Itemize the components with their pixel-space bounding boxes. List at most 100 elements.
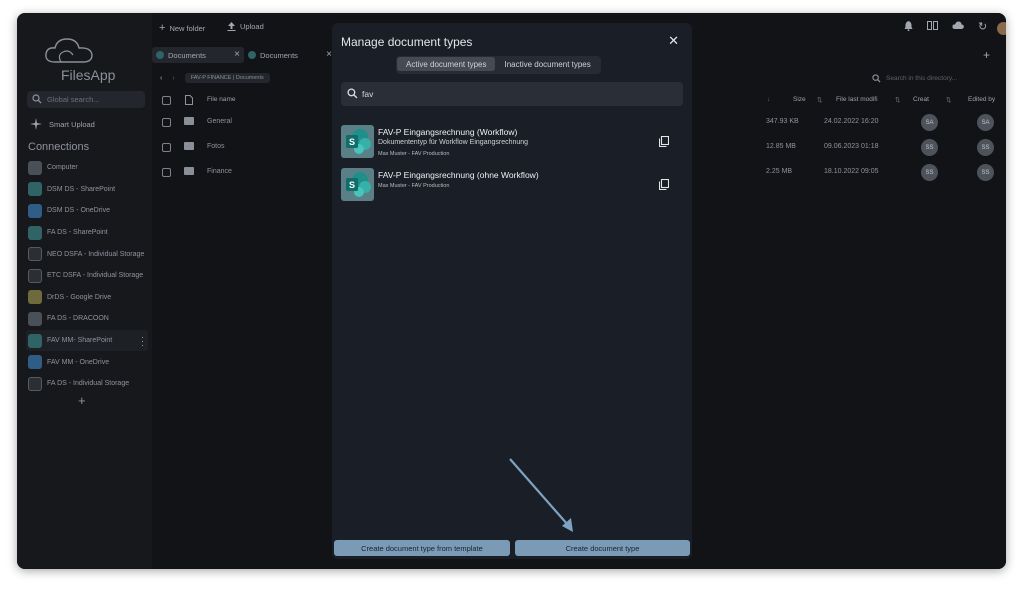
plus-icon: + bbox=[159, 22, 166, 34]
breadcrumb: ‹ › FAV-P FINANCE | Documents bbox=[160, 71, 270, 85]
sharepoint-icon bbox=[28, 182, 42, 197]
column-header-size[interactable]: Size bbox=[793, 96, 806, 103]
breadcrumb-path[interactable]: FAV-P FINANCE | Documents bbox=[184, 73, 270, 83]
row-modified: 24.02.2022 16:20 bbox=[824, 118, 879, 125]
refresh-icon[interactable]: ↻ bbox=[978, 20, 987, 33]
row-checkbox[interactable] bbox=[162, 168, 171, 177]
connection-item[interactable]: DrDS - Google Drive bbox=[26, 287, 148, 309]
new-folder-label: New folder bbox=[169, 23, 206, 33]
connection-label: NEO DSFA - Individual Storage bbox=[47, 250, 145, 258]
tab-documents-1[interactable]: Documents × bbox=[152, 47, 244, 63]
cloud-logo-icon bbox=[45, 38, 93, 63]
app-logo-text: FilesApp bbox=[61, 67, 116, 83]
sidebar: FilesApp Global search... Smart Upload C… bbox=[17, 13, 152, 569]
creator-avatar: SA bbox=[921, 114, 938, 131]
directory-search-placeholder: Search in this directory... bbox=[886, 74, 958, 82]
sort-icon[interactable]: ⇅ bbox=[895, 96, 900, 104]
connection-item[interactable]: FA DS - Individual Storage bbox=[26, 373, 148, 395]
row-name: Finance bbox=[207, 168, 232, 175]
connections-list: Computer DSM DS - SharePoint DSM DS - On… bbox=[26, 157, 148, 395]
column-header-modified[interactable]: File last modifi bbox=[836, 96, 878, 103]
row-name: General bbox=[207, 118, 232, 125]
connection-label: FAV MM- SharePoint bbox=[47, 337, 113, 345]
creator-avatar: SS bbox=[921, 139, 938, 156]
directory-search-input[interactable]: Search in this directory... bbox=[872, 71, 1000, 85]
connection-item-active[interactable]: FAV MM- SharePoint · · · bbox=[26, 329, 148, 352]
sharepoint-icon bbox=[28, 333, 42, 348]
more-options-icon[interactable]: · · · bbox=[141, 332, 144, 349]
editor-avatar: SA bbox=[977, 114, 994, 131]
computer-icon bbox=[28, 160, 42, 175]
column-header-name[interactable]: File name bbox=[207, 96, 236, 103]
new-folder-button[interactable]: + New folder bbox=[159, 22, 205, 34]
connection-label: FA DS - Individual Storage bbox=[47, 380, 130, 388]
add-tab-icon[interactable]: + bbox=[983, 48, 990, 62]
upload-label: Upload bbox=[240, 22, 264, 31]
cloud-icon[interactable] bbox=[952, 21, 964, 32]
onedrive-icon bbox=[28, 355, 42, 370]
row-name: Fotos bbox=[207, 143, 225, 150]
sparkle-icon bbox=[30, 118, 42, 130]
bell-icon[interactable] bbox=[904, 21, 913, 34]
connection-item[interactable]: DSM DS - SharePoint bbox=[26, 179, 148, 201]
row-modified: 09.06.2023 01:18 bbox=[824, 143, 879, 150]
dracoon-icon bbox=[28, 311, 42, 326]
search-icon bbox=[872, 73, 881, 83]
onedrive-icon bbox=[28, 203, 42, 218]
row-modified: 18.10.2022 09:05 bbox=[824, 168, 879, 175]
upload-button[interactable]: Upload bbox=[227, 22, 264, 31]
folder-icon bbox=[184, 142, 194, 150]
connection-label: DSM DS - OneDrive bbox=[47, 207, 111, 215]
row-checkbox[interactable] bbox=[162, 118, 171, 127]
row-size: 347.93 KB bbox=[766, 118, 799, 125]
row-size: 12.85 MB bbox=[766, 143, 796, 150]
tab-documents-2[interactable]: Documents × bbox=[244, 47, 336, 63]
search-icon bbox=[32, 94, 42, 104]
connection-item[interactable]: NEO DSFA - Individual Storage bbox=[26, 243, 148, 265]
sort-icon[interactable]: ⇅ bbox=[946, 96, 951, 104]
global-search-placeholder: Global search... bbox=[47, 95, 100, 104]
sharepoint-icon bbox=[248, 51, 256, 59]
close-tab-icon[interactable]: × bbox=[234, 49, 240, 60]
connection-label: DSM DS - SharePoint bbox=[47, 185, 116, 193]
annotation-arrow-icon bbox=[509, 458, 573, 532]
user-avatar[interactable] bbox=[997, 22, 1006, 35]
forward-icon[interactable]: › bbox=[172, 75, 174, 82]
connection-item[interactable]: FAV MM - OneDrive bbox=[26, 351, 148, 373]
editor-avatar: SS bbox=[977, 164, 994, 181]
connection-item[interactable]: FA DS - DRACOON bbox=[26, 308, 148, 330]
smart-upload-label: Smart Upload bbox=[49, 119, 95, 129]
storage-icon bbox=[28, 376, 42, 391]
column-header-created[interactable]: Creat bbox=[913, 96, 929, 103]
connection-item[interactable]: FA DS - SharePoint bbox=[26, 222, 148, 244]
google-drive-icon bbox=[28, 290, 42, 305]
columns-icon[interactable] bbox=[927, 21, 938, 33]
add-connection-icon[interactable]: + bbox=[78, 393, 86, 408]
back-icon[interactable]: ‹ bbox=[160, 75, 162, 82]
storage-icon bbox=[28, 247, 42, 262]
row-checkbox[interactable] bbox=[162, 143, 171, 152]
connection-label: ETC DSFA - Individual Storage bbox=[47, 272, 144, 280]
sort-icon[interactable]: ↓ bbox=[767, 96, 770, 103]
create-document-type-button[interactable]: Create document type bbox=[515, 540, 690, 556]
tab-label: Documents bbox=[168, 50, 206, 60]
folder-icon bbox=[184, 167, 194, 175]
smart-upload-button[interactable]: Smart Upload bbox=[30, 118, 95, 130]
sort-icon[interactable]: ⇅ bbox=[817, 96, 822, 104]
column-header-edited[interactable]: Edited by bbox=[968, 96, 995, 103]
manage-document-types-modal: Manage document types ✕ Active document … bbox=[332, 23, 692, 559]
sharepoint-icon bbox=[156, 51, 164, 59]
connections-title: Connections bbox=[28, 141, 90, 153]
connection-item[interactable]: Computer bbox=[26, 157, 148, 179]
sharepoint-icon bbox=[28, 225, 42, 240]
connection-item[interactable]: ETC DSFA - Individual Storage bbox=[26, 265, 148, 287]
connection-item[interactable]: DSM DS - OneDrive bbox=[26, 200, 148, 222]
upload-icon bbox=[227, 22, 236, 31]
global-search-input[interactable]: Global search... bbox=[27, 91, 145, 108]
row-size: 2.25 MB bbox=[766, 168, 793, 175]
file-icon bbox=[185, 95, 193, 105]
storage-icon bbox=[28, 268, 42, 283]
creator-avatar: SS bbox=[921, 164, 938, 181]
create-from-template-button[interactable]: Create document type from template bbox=[334, 540, 510, 556]
select-all-checkbox[interactable] bbox=[162, 96, 171, 105]
